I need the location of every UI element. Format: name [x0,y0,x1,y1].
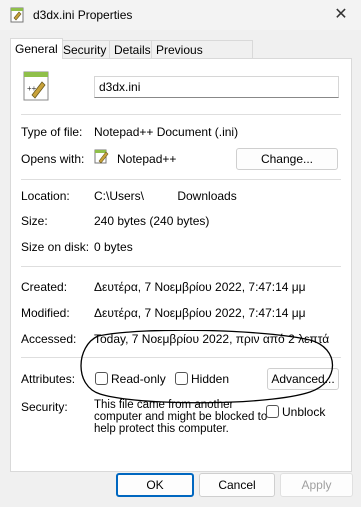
window-title: d3dx.ini Properties [33,8,133,22]
divider [21,357,341,358]
security-label: Security: [21,400,68,414]
hidden-checkbox[interactable] [175,372,188,385]
ok-button[interactable]: OK [116,473,194,497]
file-name-field[interactable]: d3dx.ini [94,76,339,98]
size-value: 240 bytes (240 bytes) [94,214,210,228]
location-value: C:\Users\ Downloads [94,189,237,203]
tab-details[interactable]: Details [109,40,157,59]
tab-previous-versions[interactable]: Previous Versions [151,40,253,75]
security-line: This file came from another [94,399,234,411]
notepad-plus-plus-icon [94,149,109,164]
size-on-disk-label: Size on disk: [21,240,90,254]
readonly-checkbox[interactable] [95,372,108,385]
general-panel: ++ d3dx.ini Type of file: Notepad++ Docu… [10,58,352,472]
divider [21,266,341,267]
accessed-label: Accessed: [21,332,77,346]
advanced-button[interactable]: Advanced... [267,368,339,390]
type-label: Type of file: [21,125,83,139]
opens-with-label: Opens with: [21,152,85,166]
hidden-label: Hidden [191,372,230,386]
created-value: Δευτέρα, 7 Νοεμβρίου 2022, 7:47:14 μμ [94,280,306,294]
cancel-button[interactable]: Cancel [199,473,275,497]
readonly-label: Read-only [111,372,166,386]
close-icon[interactable]: ✕ [331,5,351,25]
size-label: Size: [21,214,48,228]
size-on-disk-value: 0 bytes [94,240,133,254]
security-line: computer and might be blocked to [94,411,268,423]
notepad-file-icon: ++ [23,71,49,101]
unblock-label: Unblock [282,405,326,419]
title-bar[interactable]: d3dx.ini Properties ✕ [0,0,361,30]
modified-label: Modified: [21,306,70,320]
created-label: Created: [21,280,68,294]
type-value: Notepad++ Document (.ini) [94,125,239,139]
notepad-file-icon [10,7,24,23]
security-line: help protect this computer. [94,423,229,435]
accessed-value: Today, 7 Νοεμβρίου 2022, πριν από 2 λεπτ… [94,332,330,346]
divider [21,179,341,180]
opens-with-value: Notepad++ [117,152,177,166]
modified-value: Δευτέρα, 7 Νοεμβρίου 2022, 7:47:14 μμ [94,306,306,320]
location-label: Location: [21,189,70,203]
security-message: This file came from another computer and… [94,399,267,435]
tab-general[interactable]: General [10,38,63,59]
unblock-checkbox[interactable] [266,405,279,418]
change-button[interactable]: Change... [236,148,338,170]
divider [21,114,341,115]
apply-button[interactable]: Apply [280,473,353,497]
tab-security[interactable]: Security [58,40,115,59]
attributes-label: Attributes: [21,372,76,386]
